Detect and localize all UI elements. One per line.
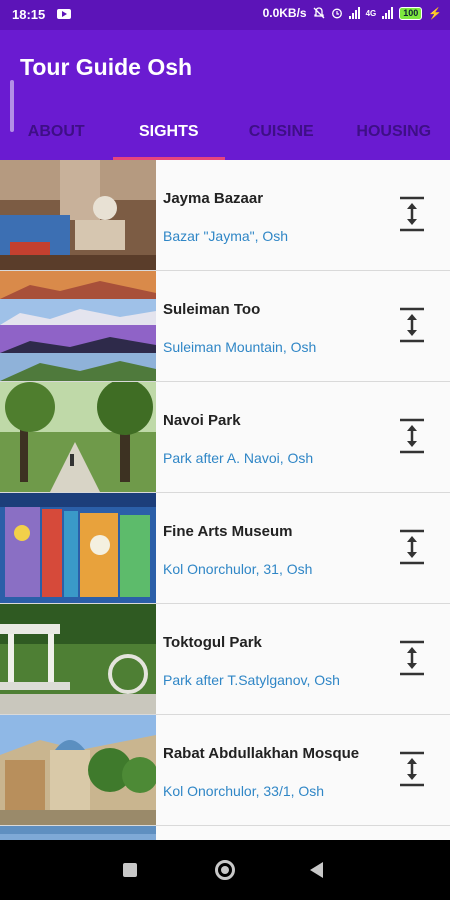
sight-thumbnail bbox=[0, 160, 156, 270]
sight-thumbnail bbox=[0, 382, 156, 492]
vertical-arrows-icon[interactable] bbox=[392, 749, 432, 789]
sight-name: Navoi Park bbox=[163, 412, 241, 429]
sight-name: Toktogul Park bbox=[163, 634, 262, 651]
tab-cuisine[interactable]: CUISINE bbox=[225, 114, 338, 160]
lte-label: 4G bbox=[365, 8, 377, 18]
vertical-arrows-icon[interactable] bbox=[392, 305, 432, 345]
network-speed: 0.0KB/s bbox=[262, 6, 307, 20]
status-bar: 18:15 0.0KB/s 4G 100 ⚡ bbox=[0, 0, 450, 30]
list-item[interactable]: Navoi Park Park after A. Navoi, Osh bbox=[0, 382, 450, 493]
back-button[interactable] bbox=[310, 862, 323, 878]
sight-thumbnail bbox=[0, 604, 156, 714]
sight-name: Rabat Abdullakhan Mosque bbox=[163, 745, 360, 762]
signal-icon-2 bbox=[382, 7, 394, 19]
charging-icon: ⚡ bbox=[428, 7, 442, 20]
battery-icon: 100 bbox=[399, 6, 423, 20]
tab-housing[interactable]: HOUSING bbox=[338, 114, 450, 160]
list-item[interactable]: Toktogul Park Park after T.Satylganov, O… bbox=[0, 604, 450, 715]
list-item[interactable]: Suleiman Too Suleiman Mountain, Osh bbox=[0, 271, 450, 382]
sight-name: Fine Arts Museum bbox=[163, 523, 293, 540]
list-item[interactable]: Rabat Abdullakhan Mosque Kol Onorchulor,… bbox=[0, 715, 450, 826]
status-time: 18:15 bbox=[12, 7, 46, 22]
sights-list[interactable]: Jayma Bazaar Bazar "Jayma", Osh Suleiman… bbox=[0, 160, 450, 840]
tab-about[interactable]: ABOUT bbox=[0, 114, 113, 160]
vertical-arrows-icon[interactable] bbox=[392, 638, 432, 678]
sight-address[interactable]: Kol Onorchulor, 31, Osh bbox=[163, 561, 312, 577]
youtube-notification-icon bbox=[57, 9, 71, 19]
list-item[interactable]: Jayma Bazaar Bazar "Jayma", Osh bbox=[0, 160, 450, 271]
app-title: Tour Guide Osh bbox=[20, 54, 193, 80]
alarm-icon bbox=[331, 8, 342, 19]
sight-thumbnail bbox=[0, 826, 156, 840]
list-item[interactable]: Fine Arts Museum Kol Onorchulor, 31, Osh bbox=[0, 493, 450, 604]
recents-button[interactable] bbox=[123, 863, 137, 877]
list-item-partial[interactable] bbox=[0, 826, 450, 840]
signal-icon bbox=[348, 7, 360, 19]
system-nav-bar bbox=[0, 840, 450, 900]
sight-name: Suleiman Too bbox=[163, 301, 261, 318]
sight-address[interactable]: Kol Onorchulor, 33/1, Osh bbox=[163, 783, 324, 799]
vertical-arrows-icon[interactable] bbox=[392, 416, 432, 456]
sight-thumbnail bbox=[0, 271, 156, 381]
tab-bar: ABOUT SIGHTS CUISINE HOUSING bbox=[0, 114, 450, 160]
tab-sights[interactable]: SIGHTS bbox=[112, 114, 226, 160]
sight-address[interactable]: Suleiman Mountain, Osh bbox=[163, 339, 316, 355]
app-bar: Tour Guide Osh ABOUT SIGHTS CUISINE HOUS… bbox=[0, 30, 450, 160]
sight-address[interactable]: Bazar "Jayma", Osh bbox=[163, 228, 288, 244]
mute-icon bbox=[313, 7, 325, 19]
vertical-arrows-icon[interactable] bbox=[392, 527, 432, 567]
vertical-arrows-icon[interactable] bbox=[392, 194, 432, 234]
sight-address[interactable]: Park after A. Navoi, Osh bbox=[163, 450, 313, 466]
sight-name: Jayma Bazaar bbox=[163, 190, 264, 207]
sight-thumbnail bbox=[0, 493, 156, 603]
sight-address[interactable]: Park after T.Satylganov, Osh bbox=[163, 672, 340, 688]
home-button[interactable] bbox=[215, 860, 235, 880]
status-indicators: 0.0KB/s 4G 100 ⚡ bbox=[263, 6, 442, 20]
sight-thumbnail bbox=[0, 715, 156, 825]
